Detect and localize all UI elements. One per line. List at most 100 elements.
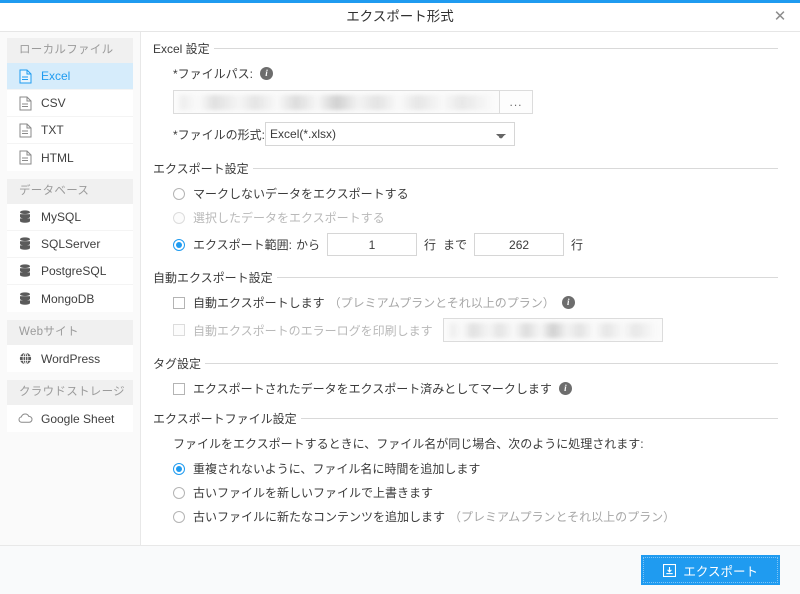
info-icon[interactable]: i <box>561 296 575 309</box>
sidebar-group-header: データベース <box>7 179 133 204</box>
info-icon[interactable]: i <box>558 382 572 395</box>
section-title-text: 自動エクスポート設定 <box>153 271 273 285</box>
radio-export-range[interactable]: エクスポート範囲: から 行 まで 行 <box>173 233 778 256</box>
sidebar-group-cloud-storage: クラウドストレージ Google Sheet <box>7 380 133 432</box>
sidebar-item-label: WordPress <box>41 351 101 366</box>
sidebar-item-label: MySQL <box>41 210 82 224</box>
section-header: エクスポートファイル設定 <box>153 410 778 427</box>
file-format-select[interactable]: Excel(*.xlsx) <box>265 122 516 146</box>
checkbox-indicator[interactable] <box>173 382 185 395</box>
section-header: Excel 設定 <box>153 40 778 57</box>
export-format-dialog: エクスポート形式 ✕ ローカルファイル Excel CSV TXT HTML デ… <box>0 0 800 594</box>
section-divider <box>276 277 778 278</box>
export-button[interactable]: エクスポート <box>641 555 780 585</box>
dialog-body: ローカルファイル Excel CSV TXT HTML データベース MySQL… <box>0 32 800 545</box>
range-from-input[interactable] <box>327 233 417 256</box>
sidebar-item-google-sheet[interactable]: Google Sheet <box>7 405 133 432</box>
checkbox-auto-export[interactable]: 自動エクスポートします （プレミアムプランとそれ以上のプラン） i <box>173 294 778 311</box>
checkbox-label: 自動エクスポートします <box>193 296 325 310</box>
radio-indicator[interactable] <box>173 486 185 499</box>
cloud-icon <box>17 411 33 427</box>
radio-label: 重複されないように、ファイル名に時間を追加します <box>193 462 481 476</box>
section-title-text: Excel 設定 <box>153 42 210 56</box>
radio-append-content[interactable]: 古いファイルに新たなコンテンツを追加します （プレミアムプランとそれ以上のプラン… <box>173 508 778 525</box>
sidebar-item-mongodb[interactable]: MongoDB <box>7 285 133 312</box>
error-log-path-input <box>442 318 663 342</box>
file-path-input[interactable] <box>173 90 500 114</box>
radio-export-unmarked[interactable]: マークしないデータをエクスポートする <box>173 185 778 202</box>
file-path-label-row: *ファイルパス: i <box>173 65 778 82</box>
sidebar-group-header: Webサイト <box>7 320 133 345</box>
section-auto-export-settings: 自動エクスポート設定 自動エクスポートします （プレミアムプランとそれ以上のプラ… <box>153 269 778 349</box>
checkbox-label: 自動エクスポートのエラーログを印刷します <box>193 323 433 338</box>
section-divider <box>252 168 778 169</box>
range-from-label: から <box>295 238 320 252</box>
dialog-title: エクスポート形式 <box>346 9 454 24</box>
file-icon <box>17 68 33 84</box>
radio-label: 古いファイルを新しいファイルで上書きます <box>193 486 434 500</box>
sidebar-item-mysql[interactable]: MySQL <box>7 204 133 231</box>
section-header: タグ設定 <box>153 355 778 372</box>
radio-indicator <box>173 211 185 224</box>
file-icon <box>17 122 33 138</box>
section-header: 自動エクスポート設定 <box>153 269 778 286</box>
checkbox-indicator[interactable] <box>173 296 185 309</box>
sidebar-item-txt[interactable]: TXT <box>7 117 133 144</box>
sidebar-item-sqlserver[interactable]: SQLServer <box>7 231 133 258</box>
checkbox-print-error-log: 自動エクスポートのエラーログを印刷します <box>173 318 778 342</box>
dialog-titlebar: エクスポート形式 ✕ <box>0 3 800 32</box>
browse-button[interactable]: ... <box>500 90 533 114</box>
save-icon <box>663 563 677 577</box>
sidebar-item-postgresql[interactable]: PostgreSQL <box>7 258 133 285</box>
radio-label: マークしないデータをエクスポートする <box>193 187 409 201</box>
radio-append-timestamp[interactable]: 重複されないように、ファイル名に時間を追加します <box>173 460 778 477</box>
radio-indicator[interactable] <box>173 462 185 475</box>
file-format-label: *ファイルの形式: <box>173 127 266 142</box>
section-export-file-settings: エクスポートファイル設定 ファイルをエクスポートするときに、ファイル名が同じ場合… <box>153 410 778 532</box>
sidebar-item-html[interactable]: HTML <box>7 144 133 171</box>
file-path-row: ... <box>173 90 778 114</box>
sidebar-item-csv[interactable]: CSV <box>7 90 133 117</box>
sidebar-item-label: Google Sheet <box>41 411 115 426</box>
sidebar-group-header: ローカルファイル <box>7 38 133 63</box>
checkbox-indicator <box>173 324 185 336</box>
radio-label: エクスポート範囲: <box>193 238 292 252</box>
radio-overwrite-file[interactable]: 古いファイルを新しいファイルで上書きます <box>173 484 778 501</box>
database-icon <box>17 291 33 307</box>
checkbox-mark-exported[interactable]: エクスポートされたデータをエクスポート済みとしてマークします i <box>173 380 778 397</box>
range-to-input[interactable] <box>474 233 565 256</box>
radio-indicator[interactable] <box>173 187 185 200</box>
range-to-label: まで <box>443 238 468 252</box>
range-unit-1: 行 <box>424 238 437 252</box>
file-icon <box>17 150 33 166</box>
sidebar-item-wordpress[interactable]: WordPress <box>7 345 133 372</box>
close-icon[interactable]: ✕ <box>768 5 792 29</box>
range-unit-2: 行 <box>571 238 584 252</box>
file-icon <box>17 95 33 111</box>
checkbox-label: エクスポートされたデータをエクスポート済みとしてマークします <box>193 382 552 396</box>
sidebar-item-label: HTML <box>41 150 74 165</box>
radio-indicator[interactable] <box>173 510 185 523</box>
radio-indicator[interactable] <box>173 238 185 251</box>
section-divider <box>300 418 778 419</box>
premium-plan-note: （プレミアムプランとそれ以上のプラン） <box>328 296 555 310</box>
globe-icon <box>17 351 33 367</box>
redacted-error-log-text <box>449 323 656 338</box>
section-title-text: エクスポート設定 <box>153 162 249 176</box>
duplicate-handling-description: ファイルをエクスポートするときに、ファイル名が同じ場合、次のように処理されます: <box>173 437 644 451</box>
section-title-text: エクスポートファイル設定 <box>153 412 297 426</box>
sidebar-item-excel[interactable]: Excel <box>7 63 133 90</box>
sidebar-group-local-file: ローカルファイル Excel CSV TXT HTML <box>7 38 133 171</box>
file-path-label: *ファイルパス: <box>173 67 254 81</box>
section-header: エクスポート設定 <box>153 160 778 177</box>
export-button-label: エクスポート <box>683 564 758 579</box>
sidebar-item-label: PostgreSQL <box>41 264 107 278</box>
section-divider <box>213 48 778 49</box>
radio-label: 古いファイルに新たなコンテンツを追加します <box>193 510 446 524</box>
section-export-settings: エクスポート設定 マークしないデータをエクスポートする 選択したデータをエクスポ… <box>153 160 778 263</box>
section-tag-settings: タグ設定 エクスポートされたデータをエクスポート済みとしてマークします i <box>153 355 778 404</box>
sidebar-group-website: Webサイト WordPress <box>7 320 133 372</box>
dialog-footer: エクスポート <box>0 545 800 594</box>
sidebar-item-label: MongoDB <box>41 291 95 306</box>
info-icon[interactable]: i <box>260 67 274 80</box>
